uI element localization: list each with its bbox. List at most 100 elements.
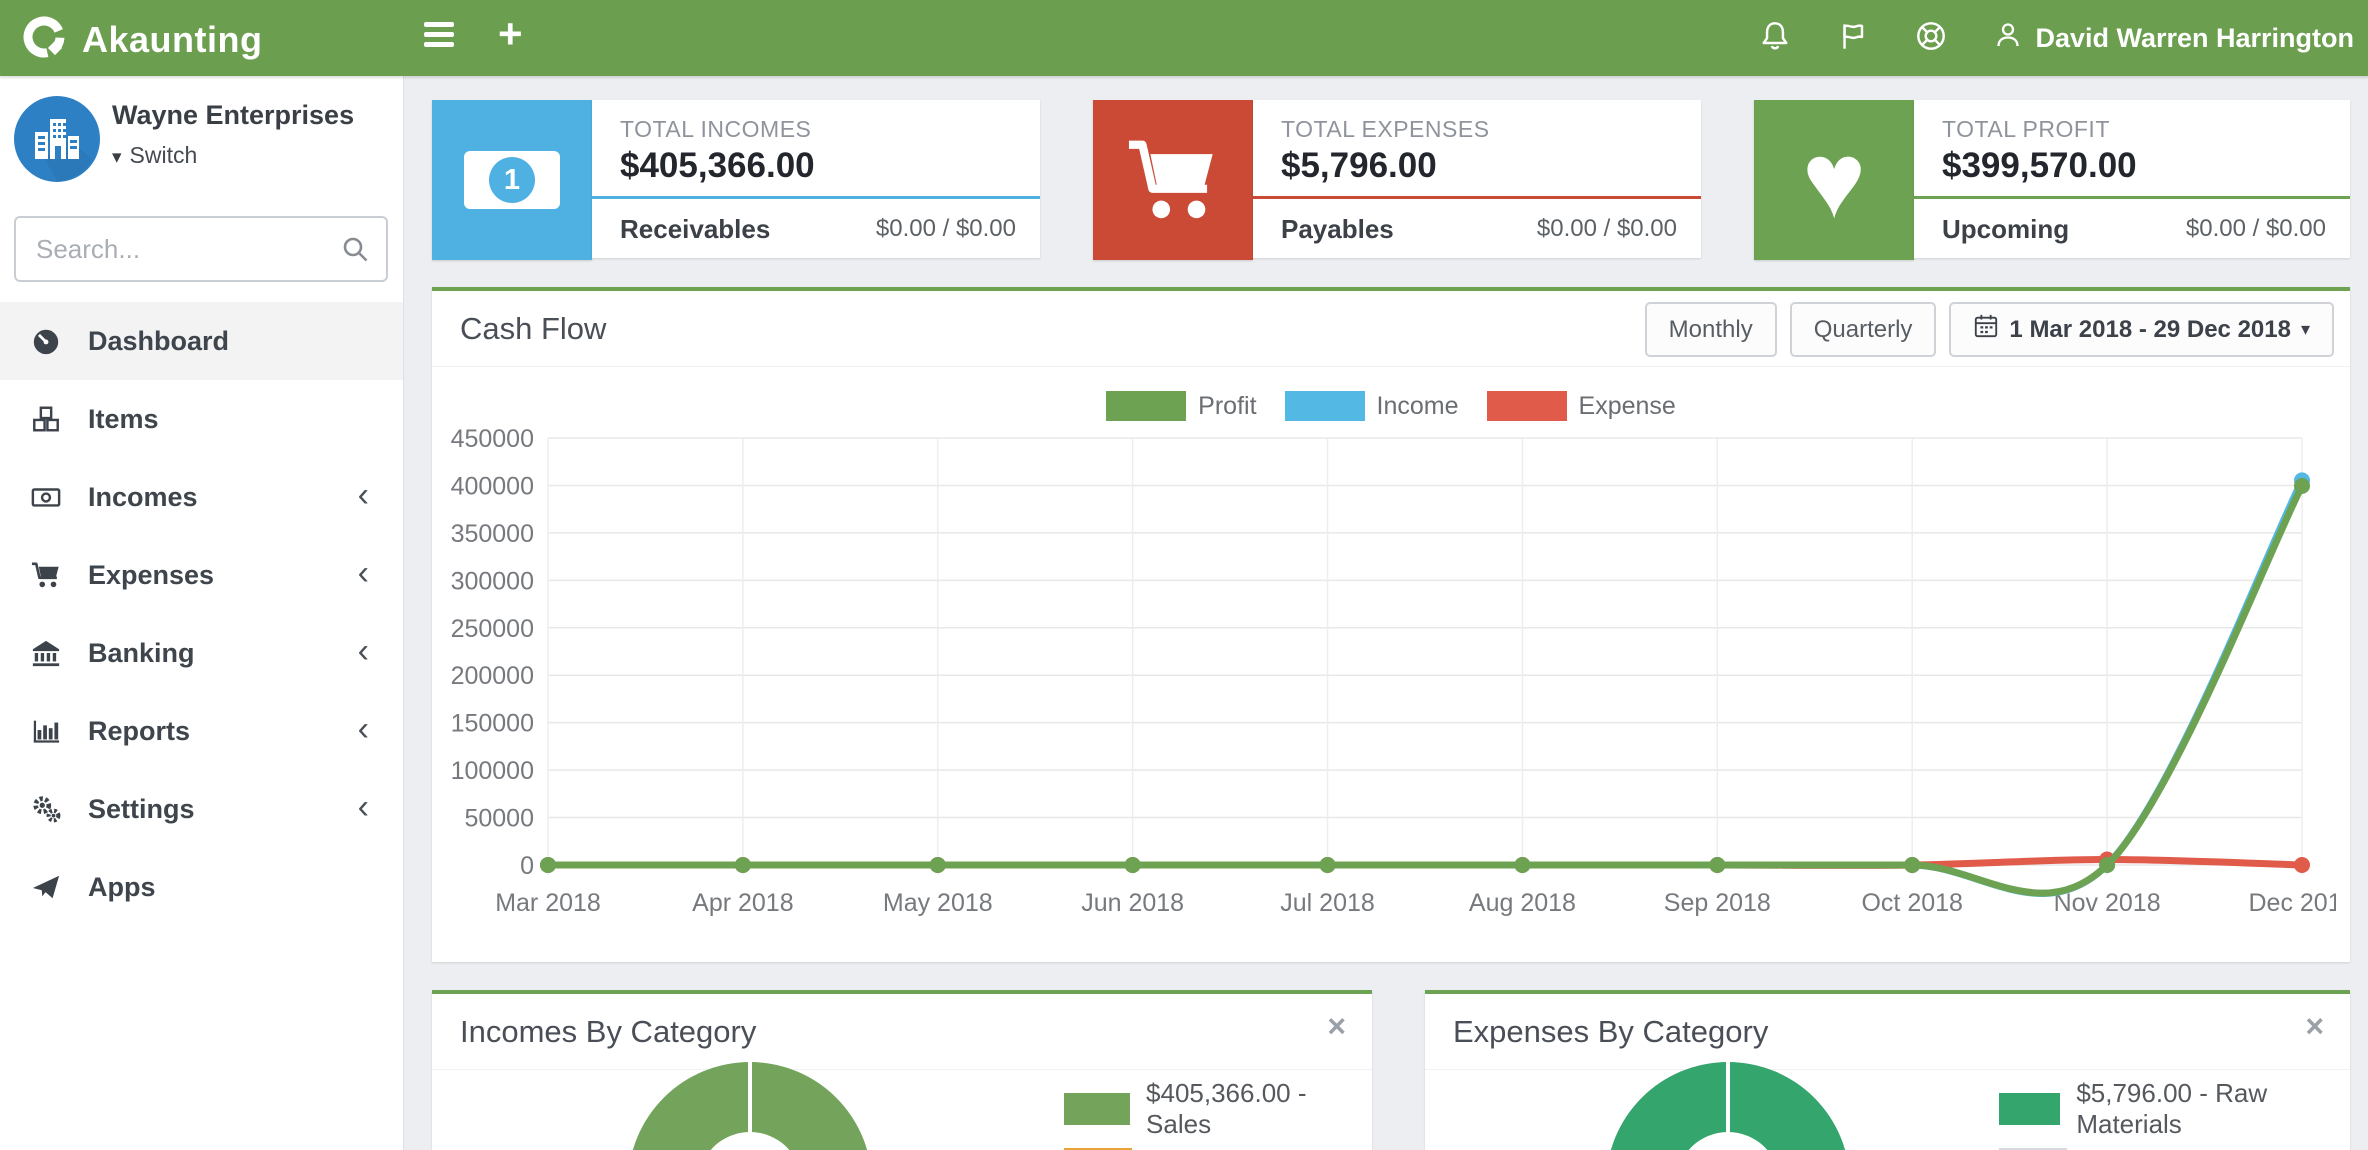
legend-item-income[interactable]: Income (1285, 391, 1459, 421)
notifications-bell-icon[interactable] (1757, 18, 1793, 59)
total-expenses-card: TOTAL EXPENSES $5,796.00 Payables $0.00 … (1093, 100, 1701, 260)
bank-icon (26, 638, 66, 668)
expenses-by-category-panel: Expenses By Category × $5,796.00 - Raw M… (1425, 990, 2350, 1150)
svg-text:Oct 2018: Oct 2018 (1861, 889, 1962, 917)
sidebar-item-settings[interactable]: Settings ‹ (0, 770, 403, 848)
hamburger-menu-icon[interactable] (424, 22, 458, 52)
svg-text:350000: 350000 (451, 520, 534, 548)
user-menu[interactable]: David Warren Harrington (1991, 18, 2354, 59)
akaunting-logo-icon (20, 13, 68, 66)
top-navbar: Akaunting + David Warren Harrington (0, 0, 2368, 76)
incomes-by-category-title: Incomes By Category (460, 1014, 756, 1050)
sidebar-menu: Dashboard Items Incomes ‹ Expenses ‹ (0, 302, 403, 926)
incomes-donut-chart (628, 1062, 872, 1150)
company-avatar (14, 96, 100, 187)
card-divider (1914, 196, 2350, 199)
company-name: Wayne Enterprises (112, 100, 354, 131)
monthly-button[interactable]: Monthly (1645, 302, 1777, 357)
user-icon (1991, 18, 2025, 59)
card-label: TOTAL INCOMES (620, 116, 811, 143)
legend-item-expense[interactable]: Expense (1487, 391, 1676, 421)
card-footer-value: $0.00 / $0.00 (2186, 215, 2326, 243)
heart-icon: ♥ (1754, 100, 1914, 260)
legend-swatch (1999, 1093, 2060, 1125)
search-input[interactable] (36, 218, 336, 280)
sidebar-item-banking[interactable]: Banking ‹ (0, 614, 403, 692)
brand[interactable]: Akaunting (20, 13, 263, 66)
svg-text:100000: 100000 (451, 757, 534, 785)
chevron-left-icon: ‹ (358, 634, 369, 668)
close-icon[interactable]: × (2305, 1008, 2324, 1045)
navbar-right: David Warren Harrington (1757, 0, 2354, 76)
calendar-icon (1973, 313, 1999, 346)
incomes-by-category-panel: Incomes By Category × $405,366.00 - Sale… (432, 990, 1372, 1150)
money-bill-icon: 1 (432, 100, 592, 260)
quarterly-button[interactable]: Quarterly (1790, 302, 1937, 357)
legend-row: $405,366.00 - Sales (1064, 1078, 1372, 1140)
akaunting-dashboard: { "icons": { "caret_down": "▾", "chevron… (0, 0, 2368, 1150)
legend-item-profit[interactable]: Profit (1106, 391, 1256, 421)
svg-text:Aug 2018: Aug 2018 (1469, 889, 1576, 917)
total-profit-card: ♥ TOTAL PROFIT $399,570.00 Upcoming $0.0… (1754, 100, 2350, 260)
svg-text:Jul 2018: Jul 2018 (1280, 889, 1375, 917)
close-icon[interactable]: × (1327, 1008, 1346, 1045)
svg-text:150000: 150000 (451, 710, 534, 738)
legend-row: $5,796.00 - Raw Materials (1999, 1078, 2350, 1140)
svg-text:Apr 2018: Apr 2018 (692, 889, 793, 917)
svg-text:Jun 2018: Jun 2018 (1081, 889, 1184, 917)
sidebar-item-expenses[interactable]: Expenses ‹ (0, 536, 403, 614)
chart-legend: Profit Income Expense (432, 391, 2350, 421)
sidebar-item-apps[interactable]: Apps (0, 848, 403, 926)
user-name: David Warren Harrington (2035, 23, 2354, 54)
expenses-donut-chart (1606, 1062, 1850, 1150)
card-footer-value: $0.00 / $0.00 (876, 215, 1016, 243)
card-footer-value: $0.00 / $0.00 (1537, 215, 1677, 243)
svg-text:Sep 2018: Sep 2018 (1664, 889, 1771, 917)
svg-text:200000: 200000 (451, 662, 534, 690)
money-bill-icon (26, 482, 66, 512)
incomes-category-legend: $405,366.00 - Sales $0.00 - Deposit (1064, 1078, 1372, 1150)
sidebar: Wayne Enterprises ▾Switch Dashboard Item… (0, 76, 404, 1150)
legend-swatch (1285, 391, 1365, 421)
legend-swatch (1064, 1093, 1130, 1125)
date-range-button[interactable]: 1 Mar 2018 - 29 Dec 2018 ▾ (1949, 302, 2334, 357)
caret-down-icon: ▾ (112, 147, 122, 168)
legend-swatch (1487, 391, 1567, 421)
sidebar-search (14, 216, 388, 282)
paper-plane-icon (26, 872, 66, 902)
svg-text:250000: 250000 (451, 615, 534, 643)
chevron-left-icon: ‹ (358, 478, 369, 512)
cash-flow-title: Cash Flow (460, 311, 606, 347)
search-icon (340, 234, 370, 269)
expenses-category-legend: $5,796.00 - Raw Materials $0.00 - Other (1999, 1078, 2350, 1150)
card-footer-label: Upcoming (1942, 214, 2069, 245)
legend-swatch (1106, 391, 1186, 421)
quick-add-button[interactable]: + (498, 10, 523, 58)
cubes-icon (26, 404, 66, 434)
cash-flow-line-chart: 0500001000001500002000002500003000003500… (446, 424, 2336, 929)
shopping-cart-icon (1093, 100, 1253, 260)
chevron-left-icon: ‹ (358, 712, 369, 746)
caret-down-icon: ▾ (2301, 319, 2310, 340)
svg-text:Mar 2018: Mar 2018 (495, 889, 601, 917)
sidebar-item-incomes[interactable]: Incomes ‹ (0, 458, 403, 536)
expenses-by-category-title: Expenses By Category (1453, 1014, 1768, 1050)
card-divider (592, 196, 1040, 199)
sidebar-item-dashboard[interactable]: Dashboard (0, 302, 403, 380)
company-switch-link[interactable]: ▾Switch (112, 142, 197, 169)
gears-icon (26, 794, 66, 824)
svg-text:Dec 2018: Dec 2018 (2248, 889, 2336, 917)
brand-name: Akaunting (82, 19, 263, 61)
tachometer-icon (26, 326, 66, 356)
bar-chart-icon (26, 716, 66, 746)
sidebar-item-reports[interactable]: Reports ‹ (0, 692, 403, 770)
card-value: $405,366.00 (620, 146, 815, 186)
company-section: Wayne Enterprises ▾Switch (0, 76, 403, 216)
shopping-cart-icon (26, 560, 66, 590)
svg-text:50000: 50000 (464, 805, 534, 833)
sidebar-item-items[interactable]: Items (0, 380, 403, 458)
help-lifering-icon[interactable] (1913, 18, 1949, 59)
svg-text:300000: 300000 (451, 567, 534, 595)
card-divider (1253, 196, 1701, 199)
language-flag-icon[interactable] (1835, 18, 1871, 59)
